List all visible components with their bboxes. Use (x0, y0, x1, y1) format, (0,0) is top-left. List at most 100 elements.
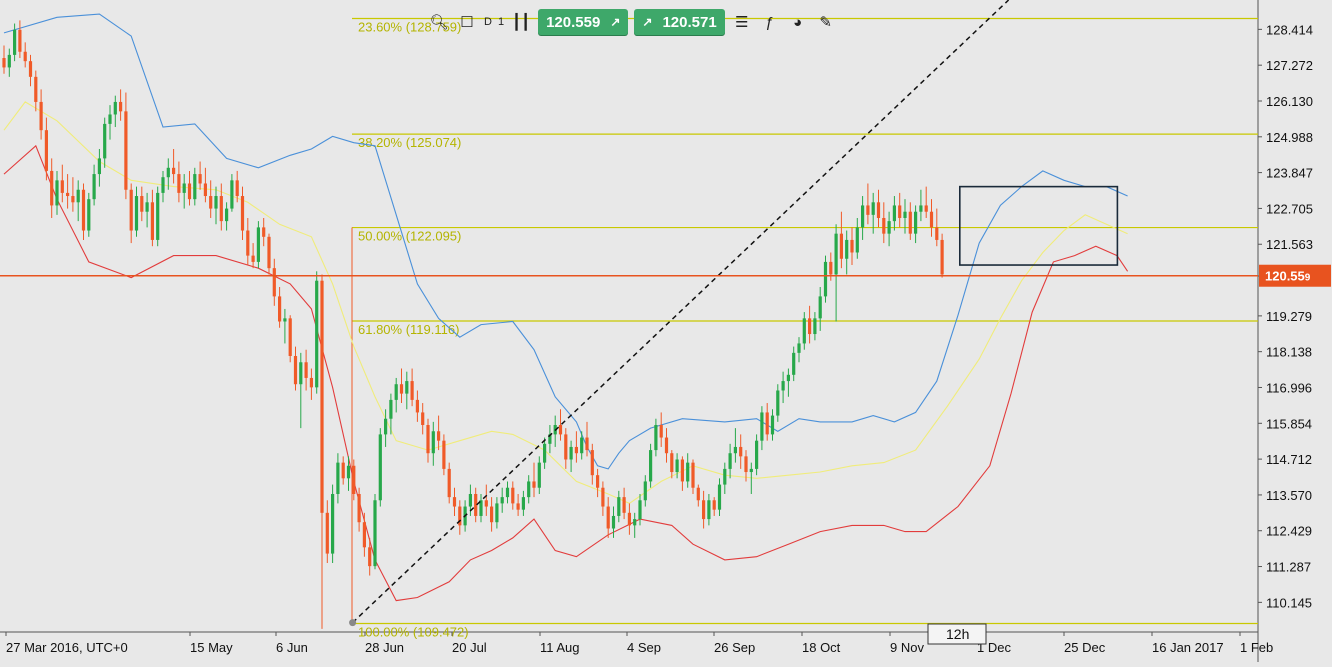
buy-price: 120.571 (662, 13, 717, 31)
candle-body (580, 437, 584, 454)
candle-body (209, 196, 213, 209)
candle-body (172, 167, 176, 175)
chart-count-label[interactable]: 1 (498, 16, 504, 28)
candle-body (336, 462, 340, 494)
candle-body (638, 500, 642, 520)
draw-tool-icon[interactable]: ✎ (815, 11, 837, 33)
candle-body (315, 280, 319, 388)
candle-body (378, 434, 382, 501)
candle-body (410, 381, 414, 400)
candle-body (134, 196, 139, 231)
candle-body (717, 484, 722, 510)
candle-body (251, 255, 255, 262)
candle-body (81, 189, 86, 231)
candle-body (596, 475, 600, 488)
price-tick-label: 127.272 (1266, 58, 1313, 73)
sell-arrow-icon: ↗ (610, 15, 621, 29)
candle-body (145, 202, 149, 212)
candle-body (898, 205, 902, 218)
candle-body (601, 487, 605, 507)
candle-body (288, 318, 292, 356)
candle-body (431, 431, 435, 454)
list-icon[interactable]: ☰ (731, 11, 753, 33)
chart-settings-icon[interactable]: ☐ (456, 11, 478, 33)
candle-body (198, 174, 202, 184)
timeframe-label[interactable]: D (484, 16, 492, 28)
candle-body (569, 446, 573, 460)
candle-body (39, 101, 43, 131)
candle-body (887, 221, 891, 234)
candle-body (442, 440, 446, 469)
candle-body (87, 199, 91, 231)
candle-body (225, 208, 229, 222)
chart-area[interactable]: 23.60% (128.759) 38.20% (125.074) 50.00% (… (0, 0, 1332, 662)
candle-body (283, 318, 287, 322)
candle-body (940, 239, 944, 275)
candle-body (929, 211, 934, 228)
candle-body (765, 412, 769, 435)
zoom-icon[interactable]: 🔍︎ (428, 11, 450, 33)
candle-body (490, 506, 494, 523)
candle-body (394, 384, 398, 400)
trendline-anchor-point[interactable] (349, 619, 357, 627)
candle-body (622, 497, 626, 513)
candle-body (691, 462, 695, 488)
time-tick-label: 18 Oct (802, 640, 841, 655)
candle-body (44, 130, 48, 171)
candle-body (802, 318, 806, 344)
candle-body (723, 468, 727, 485)
time-tick-label: 20 Jul (452, 640, 487, 655)
candle-body (447, 468, 451, 498)
candle-body (331, 493, 335, 554)
candle-body (468, 493, 472, 507)
candle-body (792, 352, 796, 375)
candle-body (325, 512, 329, 554)
current-price-suffix: 9 (1305, 273, 1311, 284)
candle-body (696, 487, 700, 501)
candle-body (299, 362, 303, 385)
candle-body (876, 202, 881, 218)
object-icon[interactable]: ◕ (787, 11, 809, 33)
candle-body (7, 54, 11, 68)
candlestick-icon[interactable]: ┃┃ (510, 11, 532, 33)
price-tick-label: 126.130 (1266, 94, 1313, 109)
candle-body (770, 415, 775, 435)
current-price-value: 120.559 (1265, 269, 1311, 284)
price-tick-label: 128.414 (1266, 22, 1313, 37)
candle-body (670, 453, 674, 473)
candle-body (156, 192, 160, 240)
buy-button[interactable]: ↗ 120.571 (634, 9, 725, 35)
candle-body (664, 437, 669, 454)
candle-body (357, 493, 361, 523)
candle-body (18, 29, 22, 52)
candle-body (707, 500, 711, 520)
candle-body (585, 437, 589, 451)
candle-body (150, 202, 154, 240)
candle-body (712, 500, 716, 510)
candle-body (177, 174, 181, 193)
candle-body (617, 497, 621, 516)
candle-body (214, 196, 218, 209)
candle-body (659, 424, 663, 438)
candle-body (193, 174, 197, 200)
function-icon[interactable]: ƒ (759, 11, 781, 33)
candle-body (140, 196, 144, 212)
candle-body (362, 522, 366, 548)
candle-body (924, 205, 928, 212)
sell-price: 120.559 (546, 13, 601, 31)
candle-body (182, 183, 186, 193)
time-tick-label: 9 Nov (890, 640, 924, 655)
candle-body (495, 503, 499, 523)
candle-body (527, 481, 531, 498)
time-tick-label: 1 Feb (1240, 640, 1273, 655)
candle-body (675, 459, 679, 473)
candle-body (611, 515, 616, 529)
sell-button[interactable]: 120.559 ↗ (538, 9, 629, 35)
price-tick-label: 119.279 (1266, 309, 1312, 324)
candle-body (426, 424, 430, 454)
price-tick-label: 114.712 (1266, 452, 1312, 467)
price-chart[interactable]: 23.60% (128.759)38.20% (125.074)50.00% (… (0, 0, 1332, 662)
candle-body (389, 399, 393, 419)
candle-body (760, 412, 764, 441)
candle-body (161, 177, 165, 193)
